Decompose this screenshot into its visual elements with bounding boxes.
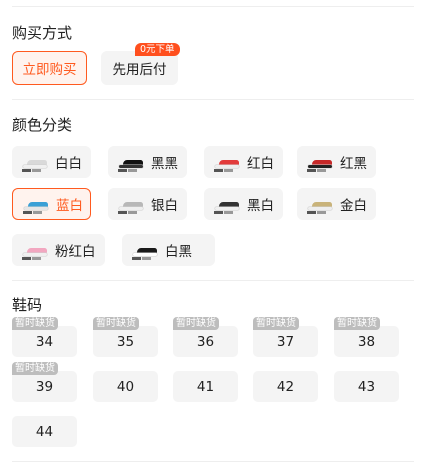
out-of-stock-badge: 暂时缺货 — [173, 317, 219, 330]
gold-white-shoe-icon — [307, 194, 333, 214]
pay-later-option[interactable]: 0元下单 先用后付 — [101, 43, 180, 85]
color-option[interactable]: 粉红白 — [12, 234, 105, 266]
color-option-label: 银白 — [151, 198, 178, 214]
size-option[interactable]: 暂时缺货 35 — [93, 317, 158, 357]
buy-now-label: 立即购买 — [22, 62, 77, 78]
size-option[interactable]: 暂时缺货 39 — [12, 362, 77, 402]
color-option-label: 白白 — [55, 156, 82, 172]
out-of-stock-badge: 暂时缺货 — [12, 362, 58, 375]
size-option[interactable]: 暂时缺货 37 — [253, 317, 318, 357]
color-option[interactable]: 红黑 — [297, 146, 376, 178]
blue-white-shoe-icon — [23, 194, 49, 214]
size-option[interactable]: 42 — [253, 371, 318, 402]
black-shoe-icon — [118, 152, 144, 172]
size-option-label: 40 — [116, 378, 135, 395]
size-option[interactable]: 40 — [93, 371, 158, 402]
size-option-label: 44 — [35, 423, 54, 440]
color-option-label: 金白 — [340, 198, 367, 214]
color-option[interactable]: 黑白 — [204, 188, 283, 220]
size-option[interactable]: 44 — [12, 416, 77, 447]
size-option[interactable]: 暂时缺货 38 — [334, 317, 399, 357]
out-of-stock-badge: 暂时缺货 — [334, 317, 380, 330]
size-option[interactable]: 暂时缺货 34 — [12, 317, 77, 357]
top-divider — [12, 6, 414, 7]
purchase-divider — [12, 99, 414, 100]
purchase-method-title: 购买方式 — [12, 24, 73, 42]
color-option-label: 红白 — [247, 156, 274, 172]
size-option-label: 39 — [35, 378, 54, 395]
color-divider — [12, 280, 414, 281]
red-white-shoe-icon — [214, 152, 240, 172]
shoe-size-title: 鞋码 — [12, 296, 43, 314]
color-category-title: 颜色分类 — [12, 116, 73, 134]
white-shoe-icon — [22, 152, 48, 172]
black-white-shoe-icon — [214, 194, 240, 214]
size-option-label: 41 — [196, 378, 215, 395]
bottom-divider — [12, 461, 414, 462]
color-option[interactable]: 银白 — [108, 188, 187, 220]
color-option-label: 白黑 — [165, 244, 192, 260]
buy-now-option[interactable]: 立即购买 — [12, 51, 87, 85]
size-option-label: 36 — [196, 333, 215, 350]
white-black-shoe-icon — [132, 240, 158, 260]
silver-white-shoe-icon — [118, 194, 144, 214]
pay-later-label: 先用后付 — [112, 62, 167, 78]
size-option-label: 37 — [276, 333, 295, 350]
pink-white-shoe-icon — [22, 240, 48, 260]
color-option[interactable]: 黑黑 — [108, 146, 187, 178]
size-option[interactable]: 43 — [334, 371, 399, 402]
color-option[interactable]: 蓝白 — [12, 188, 91, 220]
color-option-label: 黑黑 — [151, 156, 178, 172]
color-option-label: 红黑 — [340, 156, 367, 172]
size-option-label: 34 — [35, 333, 54, 350]
color-option[interactable]: 金白 — [297, 188, 376, 220]
size-option-label: 38 — [357, 333, 376, 350]
color-option-label: 粉红白 — [55, 244, 96, 260]
color-option-label: 蓝白 — [56, 198, 83, 214]
size-option-label: 35 — [116, 333, 135, 350]
size-option-label: 43 — [357, 378, 376, 395]
zero-down-badge: 0元下单 — [135, 43, 180, 56]
out-of-stock-badge: 暂时缺货 — [253, 317, 299, 330]
out-of-stock-badge: 暂时缺货 — [93, 317, 139, 330]
out-of-stock-badge: 暂时缺货 — [12, 317, 58, 330]
color-option-label: 黑白 — [247, 198, 274, 214]
size-option[interactable]: 暂时缺货 36 — [173, 317, 238, 357]
red-black-shoe-icon — [307, 152, 333, 172]
size-option[interactable]: 41 — [173, 371, 238, 402]
color-option[interactable]: 红白 — [204, 146, 283, 178]
size-option-label: 42 — [276, 378, 295, 395]
color-option[interactable]: 白白 — [12, 146, 91, 178]
color-option[interactable]: 白黑 — [122, 234, 215, 266]
